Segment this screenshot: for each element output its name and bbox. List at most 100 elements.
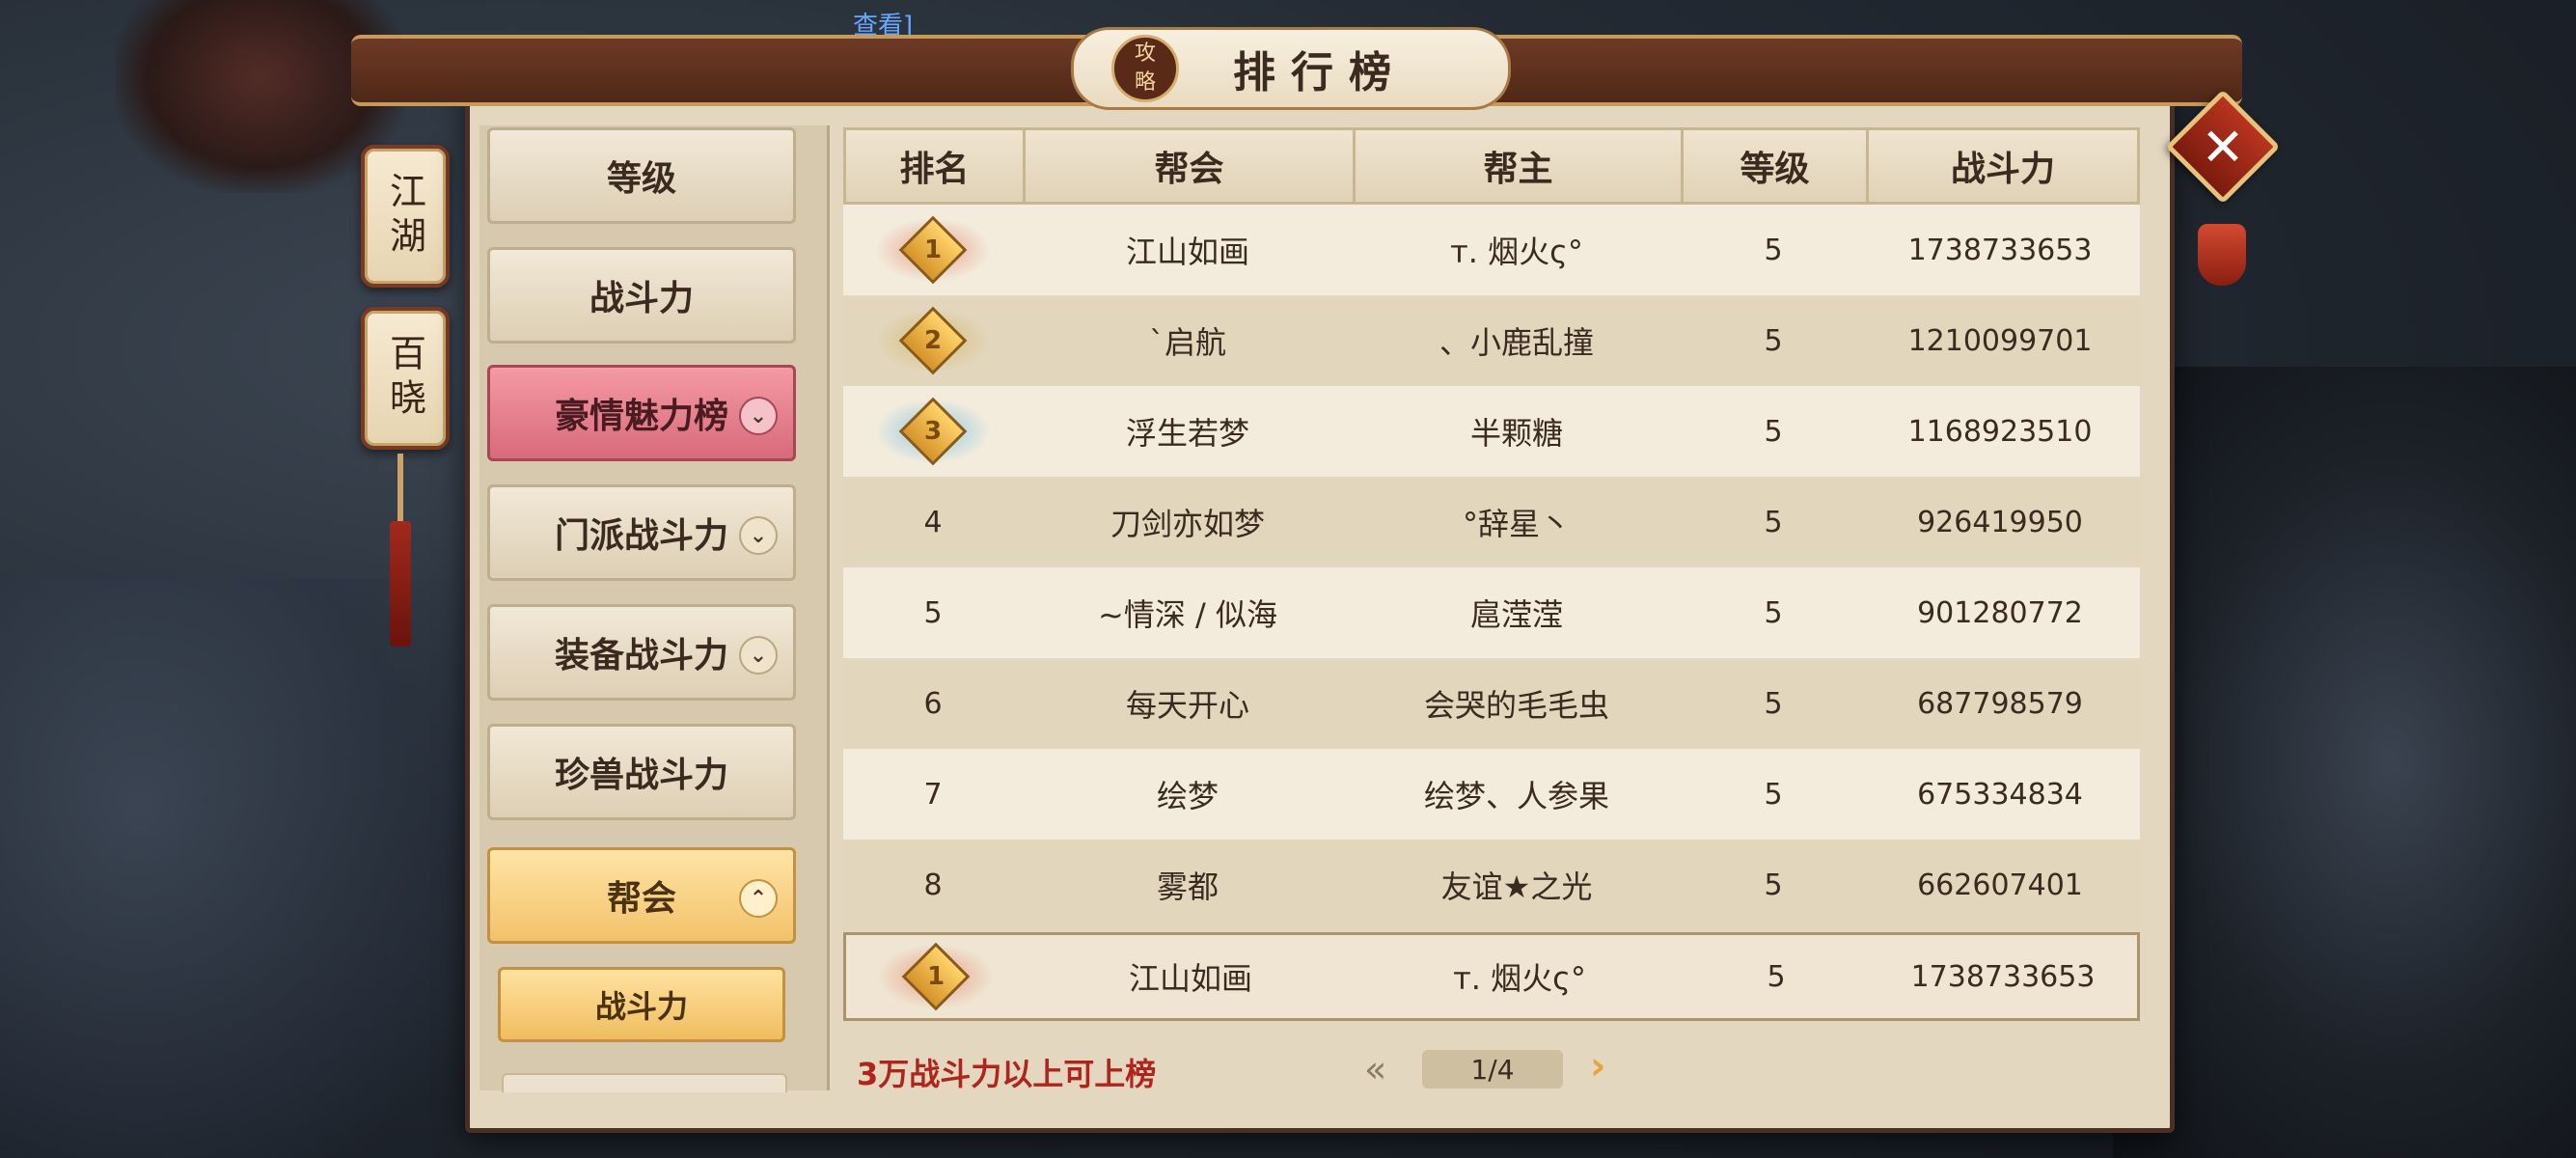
menu-item[interactable]: 豪情魅力榜 ⌄ xyxy=(487,365,796,461)
table-row[interactable]: 1 江山如画 т. 烟火ς° 5 1738733653 xyxy=(843,205,2140,295)
next-page-icon[interactable]: › xyxy=(1590,1044,1605,1089)
my-guild-power: 1738733653 xyxy=(1910,959,2096,994)
guild-power-cell: 1168923510 xyxy=(1907,414,2093,449)
guild-power-cell: 1738733653 xyxy=(1907,233,2093,267)
guild-name-cell: 江山如画 xyxy=(1125,234,1249,270)
submenu-item-power[interactable]: 战斗力 xyxy=(498,967,785,1042)
guild-leader-cell: 会哭的毛毛虫 xyxy=(1423,687,1609,724)
chevron-icon[interactable]: ⌃ xyxy=(739,879,778,918)
header-rank: 排名 xyxy=(846,130,1026,202)
rank-number: 1 xyxy=(923,235,943,264)
rank-cell: 1 xyxy=(843,205,1023,295)
guild-power-cell: 901280772 xyxy=(1917,595,2083,630)
guild-level-cell: 5 xyxy=(1764,233,1783,267)
seal-char-1: 攻 xyxy=(1134,41,1156,66)
menu-item-label: 等级 xyxy=(606,159,676,199)
prev-page-icon[interactable]: « xyxy=(1364,1048,1386,1090)
rank-cell: 2 xyxy=(843,295,1023,386)
table-row[interactable]: 2 `启航 、小鹿乱撞 5 1210099701 xyxy=(843,295,2140,386)
guild-level-cell: 5 xyxy=(1764,595,1783,630)
table-row[interactable]: 3 浮生若梦 半颗糖 5 1168923510 xyxy=(843,386,2140,477)
lantern-tassel xyxy=(390,521,411,647)
guild-name-cell: 绘梦 xyxy=(1156,778,1219,814)
rank-medal-icon: 2 xyxy=(870,303,996,378)
menu-item-label: 珍兽战斗力 xyxy=(554,756,728,795)
rank-medal-icon: 3 xyxy=(870,394,996,469)
menu-item[interactable]: 装备战斗力 ⌄ xyxy=(487,604,796,701)
table-header: 排名 帮会 帮主 等级 战斗力 xyxy=(843,127,2140,205)
side-tab-jianghu[interactable]: 江湖 xyxy=(361,145,450,288)
guild-power-cell: 1210099701 xyxy=(1907,323,2093,358)
page-indicator: 1/4 xyxy=(1422,1050,1563,1089)
bell-ornament-icon xyxy=(2198,224,2246,286)
chevron-icon[interactable]: ⌄ xyxy=(739,636,778,675)
table-row[interactable]: 7 绘梦 绘梦、人参果 5 675334834 xyxy=(843,749,2140,840)
rank-medal-icon: 1 xyxy=(873,939,999,1014)
header-leader: 帮主 xyxy=(1356,130,1684,202)
menu-item-label: 豪情魅力榜 xyxy=(554,397,728,436)
guild-level-cell: 5 xyxy=(1764,414,1783,449)
guide-seal-icon[interactable]: 攻 略 xyxy=(1111,35,1179,102)
ranking-requirement-note: 3万战斗力以上可上榜 xyxy=(857,1056,1157,1092)
my-guild-level: 5 xyxy=(1767,959,1786,994)
menu-item[interactable]: 战斗力 xyxy=(487,247,796,344)
menu-item-label: 门派战斗力 xyxy=(554,516,728,556)
seal-char-2: 略 xyxy=(1134,70,1156,95)
menu-item-label: 战斗力 xyxy=(589,279,694,318)
guild-name-cell: 浮生若梦 xyxy=(1125,415,1249,452)
menu-item[interactable]: 门派战斗力 ⌄ xyxy=(487,484,796,581)
guild-name-cell: `启航 xyxy=(1148,324,1226,361)
rank-cell: 6 xyxy=(923,686,943,721)
guild-leader-cell: 半颗糖 xyxy=(1469,415,1563,452)
background-rocks xyxy=(2113,367,2576,1158)
guild-leader-cell: т. 烟火ς° xyxy=(1450,234,1583,270)
guild-power-cell: 687798579 xyxy=(1917,686,2083,721)
my-guild-row[interactable]: 1 江山如画 т. 烟火ς° 5 1738733653 xyxy=(843,932,2140,1021)
menu-item[interactable]: 帮会 ⌃ xyxy=(487,847,796,944)
guild-leader-cell: 、小鹿乱撞 xyxy=(1439,324,1594,361)
header-level: 等级 xyxy=(1684,130,1869,202)
rank-number: 2 xyxy=(923,326,943,355)
chevron-icon[interactable]: ⌄ xyxy=(739,397,778,435)
menu-next-item-peek[interactable] xyxy=(502,1073,787,1092)
close-icon[interactable]: ✕ xyxy=(2182,106,2263,187)
menu-item-label: 帮会 xyxy=(606,879,676,919)
guild-level-cell: 5 xyxy=(1764,868,1783,902)
my-rank: 1 xyxy=(926,962,945,991)
my-guild-leader: т. 烟火ς° xyxy=(1453,960,1586,997)
guild-leader-cell: 绘梦、人参果 xyxy=(1423,778,1609,814)
page-title: 排行榜 xyxy=(1233,48,1407,97)
table-row[interactable]: 4 刀剑亦如梦 °辞星丶 5 926419950 xyxy=(843,477,2140,567)
guild-name-cell: 每天开心 xyxy=(1125,687,1249,724)
rank-cell: 8 xyxy=(923,868,943,902)
table-row[interactable]: 8 雾都 友谊★之光 5 662607401 xyxy=(843,840,2140,930)
table-body: 1 江山如画 т. 烟火ς° 5 1738733653 2 `启航 、小鹿乱撞 5 1210099… xyxy=(843,205,2140,930)
header-guild: 帮会 xyxy=(1026,130,1356,202)
chevron-icon[interactable]: ⌄ xyxy=(739,516,778,555)
guild-leader-cell: 友谊★之光 xyxy=(1440,868,1593,905)
table-row[interactable]: 5 ~情深 / 似海 扈滢滢 5 901280772 xyxy=(843,567,2140,658)
guild-level-cell: 5 xyxy=(1764,686,1783,721)
rank-medal-icon: 1 xyxy=(870,212,996,288)
guild-level-cell: 5 xyxy=(1764,505,1783,539)
rank-number: 3 xyxy=(923,417,943,446)
background-snow xyxy=(0,579,463,1158)
rank-cell: 7 xyxy=(923,777,943,812)
my-guild-name: 江山如画 xyxy=(1128,960,1252,997)
guild-leader-cell: °辞星丶 xyxy=(1462,506,1571,542)
guild-power-cell: 926419950 xyxy=(1917,505,2083,539)
menu-item[interactable]: 珍兽战斗力 xyxy=(487,724,796,820)
rank-cell: 3 xyxy=(843,386,1023,477)
header-power: 战斗力 xyxy=(1950,150,2055,189)
menu-item[interactable]: 等级 xyxy=(487,127,796,224)
side-tab-baixiao[interactable]: 百晓 xyxy=(361,307,450,450)
menu-item-label: 装备战斗力 xyxy=(554,636,728,676)
guild-leader-cell: 扈滢滢 xyxy=(1469,596,1563,633)
rank-cell: 4 xyxy=(923,505,943,539)
my-rank-cell: 1 xyxy=(846,935,1026,1018)
guild-name-cell: 雾都 xyxy=(1156,868,1219,905)
guild-level-cell: 5 xyxy=(1764,323,1783,358)
table-row[interactable]: 6 每天开心 会哭的毛毛虫 5 687798579 xyxy=(843,658,2140,749)
guild-level-cell: 5 xyxy=(1764,777,1783,812)
ranking-table: 排名 帮会 帮主 等级 战斗力 1 江山如画 т. 烟火ς° 5 1738733653 2… xyxy=(843,127,2140,930)
